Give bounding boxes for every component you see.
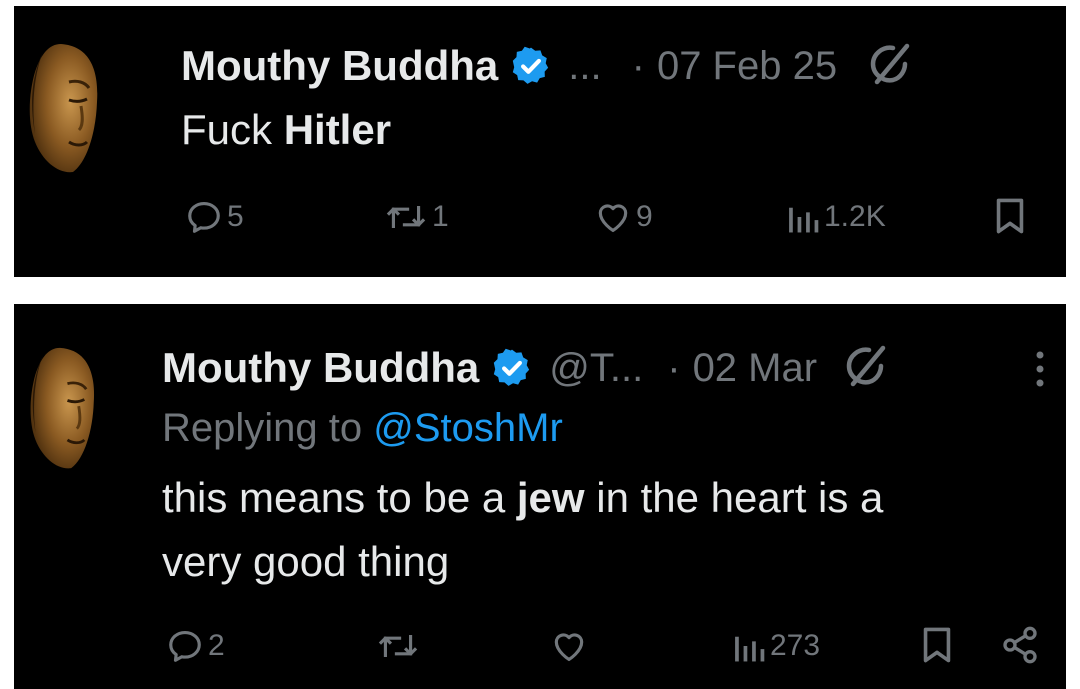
views-count: 1.2K [824, 200, 886, 233]
separator-dot: · [667, 345, 681, 390]
reply-count: 5 [227, 200, 244, 233]
heart-icon [598, 204, 628, 233]
bookmark-icon [923, 627, 951, 663]
author-handle[interactable]: ... [568, 44, 601, 89]
avatar[interactable] [20, 346, 98, 470]
reply-icon [169, 630, 201, 662]
tweet-text-line-1: this means to be a jew in the heart is a [162, 466, 883, 530]
bookmark-button[interactable] [992, 196, 1028, 236]
repost-count: 1 [432, 200, 449, 233]
reply-icon [188, 201, 220, 233]
bookmark-button[interactable] [919, 625, 955, 665]
views-button[interactable]: 273 [732, 627, 820, 665]
separator-dot: · [631, 43, 645, 88]
like-button[interactable]: 9 [594, 198, 653, 236]
verified-badge-icon [491, 347, 533, 389]
tweet-text-regular: Fuck [181, 106, 284, 153]
grok-icon[interactable] [867, 42, 911, 91]
tweet-text: this means to be a jew in the heart is a… [162, 466, 883, 594]
tweet-text-bold: Hitler [283, 106, 392, 153]
verified-badge-icon [510, 45, 552, 87]
author-handle[interactable]: @T... [549, 346, 643, 391]
share-icon [1003, 626, 1037, 664]
replying-to: Replying to @StoshMr [162, 406, 563, 451]
views-button[interactable]: 1.2K [786, 198, 886, 236]
tweet-text-line-2: very good thing [162, 538, 450, 585]
heart-icon [554, 633, 584, 662]
reply-button[interactable]: 2 [166, 627, 225, 665]
views-icon [789, 207, 819, 233]
author-name[interactable]: Mouthy Buddha [181, 42, 498, 90]
like-button[interactable] [550, 627, 588, 665]
repost-icon [378, 635, 418, 657]
tweet-text-bold: jew [516, 474, 585, 521]
share-button[interactable] [1000, 625, 1040, 665]
avatar[interactable] [21, 42, 99, 174]
like-count: 9 [636, 200, 653, 233]
reply-button[interactable]: 5 [185, 198, 244, 236]
tweet-text: Fuck Hitler [181, 98, 391, 162]
tweet-date[interactable]: 02 Mar [693, 346, 818, 391]
tweet-text-segment: this means to be a [162, 474, 517, 521]
replying-to-mention[interactable]: @StoshMr [373, 406, 563, 450]
views-icon [735, 636, 765, 662]
replying-to-label: Replying to [162, 406, 374, 450]
author-name[interactable]: Mouthy Buddha [162, 344, 479, 392]
reply-count: 2 [208, 629, 225, 662]
bookmark-icon [996, 198, 1024, 234]
repost-button[interactable]: 1 [384, 198, 449, 236]
tweet-date[interactable]: 07 Feb 25 [657, 44, 837, 89]
tweet-text-segment: in the heart is a [584, 474, 884, 521]
tweet-card-1[interactable]: Mouthy Buddha ... · 07 Feb 25 Fuck Hitle… [14, 6, 1066, 277]
repost-icon [386, 206, 426, 228]
repost-button[interactable] [376, 627, 420, 665]
more-options-icon[interactable] [1033, 348, 1047, 395]
views-count: 273 [770, 629, 821, 662]
grok-icon[interactable] [843, 344, 887, 393]
tweet-card-2[interactable]: Mouthy Buddha @T... · 02 Mar Replying to… [14, 304, 1066, 689]
